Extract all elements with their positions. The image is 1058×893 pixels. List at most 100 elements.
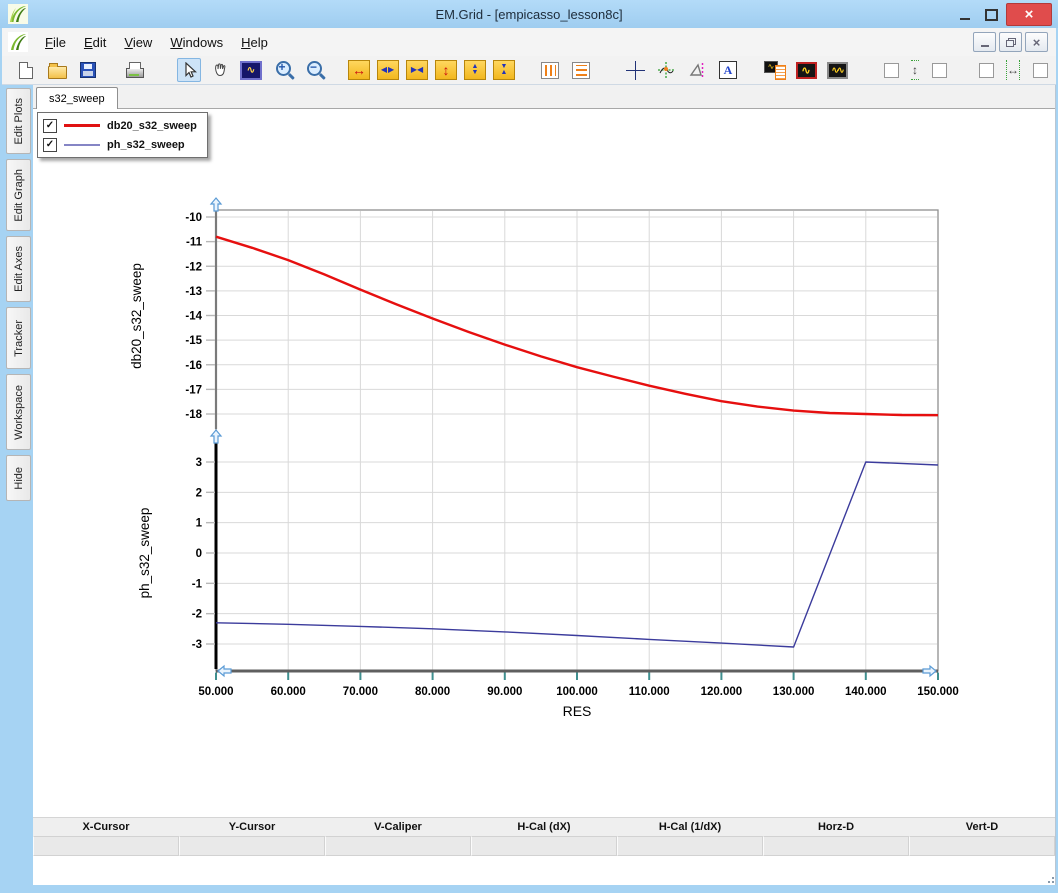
- open-file-icon: [48, 66, 67, 79]
- multi-plot-icon: [827, 62, 848, 79]
- expand-y-button[interactable]: [435, 60, 457, 80]
- top-axis-tick-label: -16: [185, 360, 202, 372]
- shrink-x-button[interactable]: [406, 60, 428, 80]
- zoom-region-button[interactable]: [239, 58, 263, 82]
- bottom-axis-tick-label: 2: [196, 487, 202, 499]
- fit-width-right-checkbox[interactable]: [1028, 58, 1052, 82]
- vertical-bars-view-button[interactable]: [538, 58, 562, 82]
- minimize-button[interactable]: [954, 4, 976, 25]
- sidebar-item-hide[interactable]: Hide: [6, 455, 31, 501]
- axis-scroll-handle-icon[interactable]: [211, 430, 221, 443]
- close-button[interactable]: [1006, 3, 1052, 26]
- x-axis-tick-label: 50.000: [198, 686, 233, 698]
- pointer-tool-button[interactable]: [177, 58, 201, 82]
- sidebar-item-label: Edit Graph: [13, 169, 25, 222]
- text-annotation-icon: [719, 61, 737, 79]
- open-file-button[interactable]: [45, 58, 69, 82]
- plot-area[interactable]: -10-11-12-13-14-15-16-17-183210-1-2-350.…: [33, 85, 1040, 885]
- pan-tool-button[interactable]: [208, 58, 232, 82]
- mdi-minimize-button[interactable]: [973, 32, 996, 52]
- x-axis-tick-label: 100.000: [556, 686, 598, 698]
- legend-checkbox[interactable]: [43, 119, 57, 133]
- client-area: Edit Plots Edit Graph Edit Axes Tracker …: [2, 85, 1056, 885]
- menu-item-file[interactable]: File: [36, 31, 75, 54]
- tracker-icon: [657, 61, 675, 79]
- fit-height-left-checkbox[interactable]: [879, 58, 903, 82]
- status-column-header: V-Caliper: [325, 818, 471, 836]
- new-document-icon: [19, 62, 33, 79]
- zoom-in-button[interactable]: [270, 58, 294, 82]
- toolbar: Layout: [2, 56, 1056, 85]
- bottom-axis-tick-label: 0: [196, 548, 202, 560]
- zoom-out-button[interactable]: [301, 58, 325, 82]
- sidebar-item-tracker[interactable]: Tracker: [6, 307, 31, 369]
- checkbox-blank-icon: [932, 63, 947, 78]
- legend-checkbox[interactable]: [43, 138, 57, 152]
- axis-scroll-handle-icon[interactable]: [923, 666, 936, 676]
- x-axis-tick-label: 140.000: [845, 686, 887, 698]
- bottom-axis-tick-label: 3: [196, 457, 202, 469]
- shrink-y-button[interactable]: [493, 60, 515, 80]
- maximize-icon: [985, 9, 998, 21]
- plot-with-table-button[interactable]: [763, 58, 787, 82]
- titlebar[interactable]: EM.Grid - [empicasso_lesson8c]: [0, 0, 1058, 28]
- maximize-button[interactable]: [980, 4, 1002, 25]
- menu-item-edit[interactable]: Edit: [75, 31, 115, 54]
- status-value-cell: [33, 836, 179, 856]
- legend-line-swatch: [64, 144, 100, 146]
- caliper-button[interactable]: [685, 58, 709, 82]
- print-icon: [126, 68, 144, 78]
- expand-x-button[interactable]: [348, 60, 370, 80]
- window-bottom-border: [0, 885, 1058, 893]
- status-column-header: H-Cal (1/dX): [617, 818, 763, 836]
- menu-item-help[interactable]: Help: [232, 31, 277, 54]
- stretch-x-button[interactable]: [377, 60, 399, 80]
- resize-grip[interactable]: [1044, 873, 1054, 883]
- sidebar-item-edit-graph[interactable]: Edit Graph: [6, 159, 31, 231]
- fit-height-right-checkbox[interactable]: [927, 58, 951, 82]
- menu-item-view[interactable]: View: [115, 31, 161, 54]
- fit-height-icon: [911, 60, 919, 80]
- legend[interactable]: db20_s32_sweep ph_s32_sweep: [37, 112, 208, 158]
- x-axis-tick-label: 70.000: [343, 686, 378, 698]
- top-axis-tick-label: -10: [185, 212, 202, 224]
- tracker-button[interactable]: [654, 58, 678, 82]
- stretch-y-button[interactable]: [464, 60, 486, 80]
- multi-plot-button[interactable]: [825, 58, 849, 82]
- menu-item-windows[interactable]: Windows: [161, 31, 232, 54]
- mdi-restore-button[interactable]: [999, 32, 1022, 52]
- horizontal-bars-view-button[interactable]: [569, 58, 593, 82]
- bottom-axis-tick-label: 1: [196, 518, 203, 530]
- pan-hand-icon: [212, 62, 228, 78]
- crosshair-icon: [626, 61, 645, 80]
- legend-label: ph_s32_sweep: [107, 139, 185, 151]
- status-value-cell: [763, 836, 909, 856]
- sidebar: Edit Plots Edit Graph Edit Axes Tracker …: [2, 85, 33, 885]
- new-document-button[interactable]: [14, 58, 38, 82]
- save-button[interactable]: [76, 58, 100, 82]
- legend-entry: ph_s32_sweep: [43, 135, 197, 154]
- x-axis-title: RES: [563, 703, 592, 719]
- print-button[interactable]: [123, 58, 147, 82]
- axis-scroll-handle-icon[interactable]: [211, 198, 221, 211]
- axis-scroll-handle-icon[interactable]: [218, 666, 231, 676]
- fit-width-left-checkbox[interactable]: [974, 58, 998, 82]
- status-value-cell: [617, 836, 763, 856]
- single-plot-button[interactable]: [794, 58, 818, 82]
- single-plot-icon: [796, 62, 817, 79]
- text-annotation-button[interactable]: [716, 58, 740, 82]
- status-value-cell: [325, 836, 471, 856]
- status-value-cell: [471, 836, 617, 856]
- top-axis-tick-label: -12: [185, 261, 202, 273]
- vertical-bars-view-icon: [541, 62, 559, 79]
- mdi-close-button[interactable]: [1025, 32, 1048, 52]
- top-axis-tick-label: -11: [186, 237, 203, 249]
- sidebar-item-edit-plots[interactable]: Edit Plots: [6, 88, 31, 154]
- status-column-header: Horz-D: [763, 818, 909, 836]
- sidebar-item-edit-axes[interactable]: Edit Axes: [6, 236, 31, 302]
- status-column-header: Vert-D: [909, 818, 1055, 836]
- statusbar: X-CursorY-CursorV-CaliperH-Cal (dX)H-Cal…: [33, 817, 1055, 856]
- legend-label: db20_s32_sweep: [107, 120, 197, 132]
- sidebar-item-workspace[interactable]: Workspace: [6, 374, 31, 450]
- crosshair-button[interactable]: [623, 58, 647, 82]
